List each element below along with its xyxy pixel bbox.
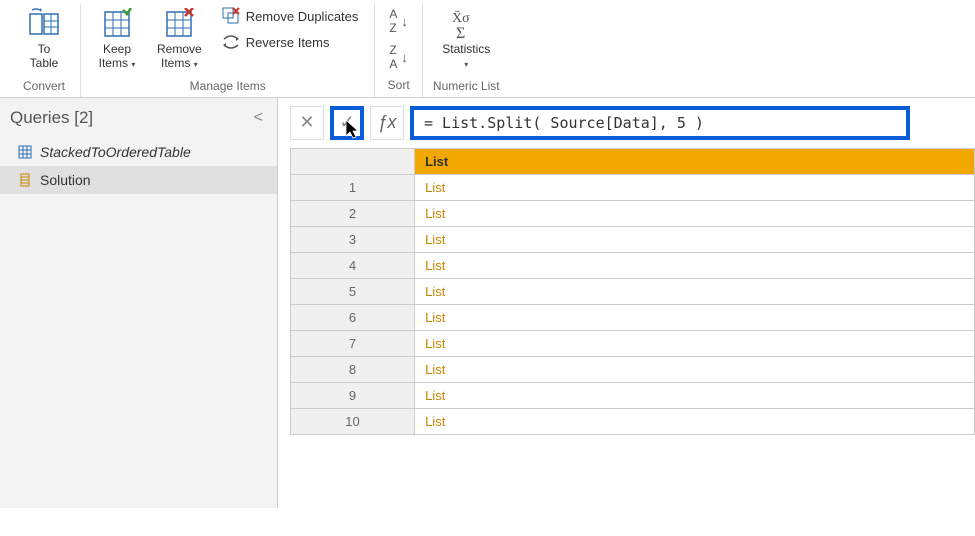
data-area: ✕ ✓ ƒx List 1List2List3List4List5List6Li… [278, 98, 975, 508]
sort-ascending-button[interactable]: AZ ↓ [385, 4, 412, 38]
group-label-convert: Convert [18, 79, 70, 93]
remove-duplicates-label: Remove Duplicates [246, 9, 359, 24]
sort-asc-icon: AZ [389, 7, 397, 35]
cancel-formula-button[interactable]: ✕ [290, 106, 324, 140]
down-arrow-icon: ↓ [401, 50, 408, 65]
to-table-icon [28, 8, 60, 40]
query-item-label: StackedToOrderedTable [40, 144, 191, 160]
group-label-numeric-list: Numeric List [433, 79, 500, 93]
dropdown-arrow-icon: ▾ [464, 60, 468, 69]
reverse-items-icon [222, 33, 240, 51]
list-cell[interactable]: List [415, 278, 975, 304]
queries-title: Queries [2] [10, 108, 93, 128]
query-item-label: Solution [40, 172, 91, 188]
row-number[interactable]: 4 [291, 252, 415, 278]
check-icon: ✓ [339, 112, 354, 133]
row-number[interactable]: 8 [291, 356, 415, 382]
x-icon: ✕ [299, 112, 314, 133]
column-header-list[interactable]: List [415, 148, 975, 174]
group-label-sort: Sort [385, 78, 412, 92]
collapse-queries-button[interactable]: < [254, 109, 263, 127]
formula-bar: ✕ ✓ ƒx [278, 98, 975, 148]
query-item-solution[interactable]: Solution [0, 166, 277, 194]
ribbon-group-sort: AZ ↓ ZA ↓ Sort [375, 4, 423, 97]
formula-input[interactable] [410, 106, 910, 140]
sort-desc-icon: ZA [389, 43, 397, 71]
list-cell[interactable]: List [415, 252, 975, 278]
table-row: 2List [291, 200, 975, 226]
list-cell[interactable]: List [415, 304, 975, 330]
dropdown-arrow-icon: ▾ [131, 60, 135, 69]
group-label-manage: Manage Items [91, 79, 364, 93]
queries-pane: Queries [2] < StackedToOrderedTable Solu… [0, 98, 278, 508]
table-row: 4List [291, 252, 975, 278]
row-number[interactable]: 2 [291, 200, 415, 226]
table-row: 7List [291, 330, 975, 356]
keep-items-button[interactable]: KeepItems ▾ [91, 4, 143, 75]
sort-descending-button[interactable]: ZA ↓ [385, 40, 412, 74]
list-cell[interactable]: List [415, 226, 975, 252]
table-row: 10List [291, 408, 975, 434]
list-cell[interactable]: List [415, 200, 975, 226]
list-cell[interactable]: List [415, 408, 975, 434]
remove-items-button[interactable]: RemoveItems ▾ [151, 4, 208, 75]
down-arrow-icon: ↓ [401, 14, 408, 29]
reverse-items-button[interactable]: Reverse Items [216, 30, 365, 54]
row-number[interactable]: 7 [291, 330, 415, 356]
to-table-label: ToTable [30, 42, 59, 71]
table-corner [291, 148, 415, 174]
remove-items-label: RemoveItems ▾ [157, 42, 202, 71]
remove-items-icon [163, 8, 195, 40]
remove-duplicates-icon [222, 7, 240, 25]
statistics-icon: X̄σΣ [450, 8, 482, 40]
keep-items-icon [101, 8, 133, 40]
table-row: 6List [291, 304, 975, 330]
row-number[interactable]: 5 [291, 278, 415, 304]
ribbon-group-manage-items: KeepItems ▾ RemoveItems ▾ Remove Duplica… [81, 4, 375, 97]
ribbon: ToTable Convert KeepItems ▾ RemoveItems … [0, 0, 975, 98]
table-row: 8List [291, 356, 975, 382]
statistics-button[interactable]: X̄σΣ Statistics▾ [436, 4, 496, 75]
to-table-button[interactable]: ToTable [18, 4, 70, 75]
table-row: 3List [291, 226, 975, 252]
queries-header: Queries [2] < [0, 98, 277, 138]
table-row: 9List [291, 382, 975, 408]
query-list: StackedToOrderedTable Solution [0, 138, 277, 194]
fx-label: ƒx [370, 106, 404, 140]
commit-formula-button[interactable]: ✓ [330, 106, 364, 140]
list-cell[interactable]: List [415, 356, 975, 382]
result-list-table: List 1List2List3List4List5List6List7List… [290, 148, 975, 435]
table-row: 1List [291, 174, 975, 200]
row-number[interactable]: 1 [291, 174, 415, 200]
remove-duplicates-button[interactable]: Remove Duplicates [216, 4, 365, 28]
list-icon [18, 173, 32, 187]
list-cell[interactable]: List [415, 382, 975, 408]
keep-items-label: KeepItems ▾ [99, 42, 136, 71]
list-cell[interactable]: List [415, 330, 975, 356]
table-row: 5List [291, 278, 975, 304]
main-area: Queries [2] < StackedToOrderedTable Solu… [0, 98, 975, 508]
svg-text:Σ: Σ [456, 25, 465, 40]
dropdown-arrow-icon: ▾ [194, 60, 198, 69]
reverse-items-label: Reverse Items [246, 35, 330, 50]
row-number[interactable]: 3 [291, 226, 415, 252]
ribbon-group-numeric-list: X̄σΣ Statistics▾ Numeric List [423, 4, 510, 97]
query-item-stackedtoorderedtable[interactable]: StackedToOrderedTable [0, 138, 277, 166]
row-number[interactable]: 9 [291, 382, 415, 408]
row-number[interactable]: 6 [291, 304, 415, 330]
ribbon-group-convert: ToTable Convert [8, 4, 81, 97]
list-cell[interactable]: List [415, 174, 975, 200]
statistics-label: Statistics▾ [442, 42, 490, 71]
row-number[interactable]: 10 [291, 408, 415, 434]
table-icon [18, 145, 32, 159]
svg-text:X̄σ: X̄σ [452, 10, 470, 26]
